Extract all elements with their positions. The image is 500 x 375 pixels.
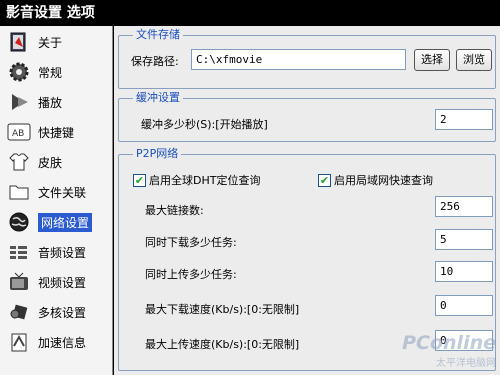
buffer-group: 缓冲设置 缓冲多少秒(S):[开始播放] 2 xyxy=(118,91,496,142)
watermark-subtitle: 太平洋电脑网 xyxy=(436,358,496,369)
sidebar-item-about[interactable]: 关于 xyxy=(4,28,112,56)
settings-panel: 文件存储 保存路径: C:\xfmovie 选择 浏览 缓冲设置 缓冲多少秒(S… xyxy=(114,26,500,375)
sidebar-item-hotkeys[interactable]: AB 快捷键 xyxy=(4,118,112,146)
sidebar-item-label: 常规 xyxy=(38,65,63,80)
sidebar-item-label: 视频设置 xyxy=(38,275,87,290)
save-path-label: 保存路径: xyxy=(131,55,179,68)
globe-icon xyxy=(6,210,32,234)
sidebar: 关于 常规 播放 AB 快捷键 皮肤 文件关联 网络设置 音频设置 视频设置 多… xyxy=(0,26,113,375)
concurrent-upload-label: 同时上传多少任务: xyxy=(145,268,237,281)
sidebar-item-playback[interactable]: 播放 xyxy=(4,88,112,116)
sidebar-item-label: 加速信息 xyxy=(38,335,87,350)
sidebar-item-label: 快捷键 xyxy=(38,125,75,140)
sidebar-item-multicore[interactable]: 多核设置 xyxy=(4,298,112,326)
check-icon: ✔ xyxy=(318,173,331,187)
save-path-input[interactable]: C:\xfmovie xyxy=(191,49,406,70)
concurrent-download-input[interactable]: 5 xyxy=(435,229,493,250)
file-storage-group: 文件存储 保存路径: C:\xfmovie 选择 浏览 xyxy=(118,28,496,89)
buffer-title: 缓冲设置 xyxy=(133,91,183,105)
window-title: 影音设置 选项 xyxy=(0,0,500,26)
about-icon xyxy=(6,30,32,54)
tv-icon xyxy=(6,270,32,294)
watermark: PConline 太平洋电脑网 xyxy=(402,332,496,369)
sidebar-item-skin[interactable]: 皮肤 xyxy=(4,148,112,176)
sidebar-item-audio[interactable]: 音频设置 xyxy=(4,238,112,266)
max-upload-speed-label: 最大上传速度(Kb/s):[0:无限制] xyxy=(145,338,300,351)
audio-icon xyxy=(6,240,32,264)
dht-checkbox[interactable]: ✔ 启用全球DHT定位查询 xyxy=(133,172,260,188)
file-storage-title: 文件存储 xyxy=(133,28,183,42)
gear-icon xyxy=(6,60,32,84)
browse-button[interactable]: 浏览 xyxy=(456,49,492,71)
shirt-icon xyxy=(6,150,32,174)
lan-label: 启用局域网快速查询 xyxy=(334,174,433,187)
accelerate-icon xyxy=(6,330,32,354)
max-download-speed-input[interactable]: 0 xyxy=(435,295,493,316)
sidebar-item-label: 多核设置 xyxy=(38,305,87,320)
select-button[interactable]: 选择 xyxy=(414,49,450,71)
buffer-seconds-input[interactable]: 2 xyxy=(435,109,493,130)
sidebar-item-file-association[interactable]: 文件关联 xyxy=(4,178,112,206)
max-links-label: 最大链接数: xyxy=(145,204,204,217)
buffer-seconds-label: 缓冲多少秒(S):[开始播放] xyxy=(141,118,268,131)
sidebar-item-label: 文件关联 xyxy=(38,185,87,200)
lan-checkbox[interactable]: ✔ 启用局域网快速查询 xyxy=(318,172,433,188)
sidebar-item-general[interactable]: 常规 xyxy=(4,58,112,86)
sidebar-item-acceleration[interactable]: 加速信息 xyxy=(4,328,112,356)
p2p-title: P2P网络 xyxy=(133,147,182,161)
sidebar-item-label: 关于 xyxy=(38,35,63,50)
sidebar-item-network[interactable]: 网络设置 xyxy=(4,208,112,236)
svg-text:AB: AB xyxy=(12,129,24,139)
sidebar-item-label: 皮肤 xyxy=(38,155,63,170)
folder-icon xyxy=(6,180,32,204)
multicore-icon xyxy=(6,300,32,324)
keyboard-icon: AB xyxy=(6,120,32,144)
sidebar-item-video[interactable]: 视频设置 xyxy=(4,268,112,296)
watermark-logo: PConline xyxy=(402,332,496,354)
sidebar-item-label: 播放 xyxy=(38,95,63,110)
max-download-speed-label: 最大下载速度(Kb/s):[0:无限制] xyxy=(145,303,300,316)
sidebar-item-label: 网络设置 xyxy=(38,212,93,232)
concurrent-download-label: 同时下载多少任务: xyxy=(145,236,237,249)
max-links-input[interactable]: 256 xyxy=(435,196,493,217)
sidebar-item-label: 音频设置 xyxy=(38,245,87,260)
dht-label: 启用全球DHT定位查询 xyxy=(149,174,261,187)
concurrent-upload-input[interactable]: 10 xyxy=(435,261,493,282)
check-icon: ✔ xyxy=(133,173,146,187)
play-icon xyxy=(6,90,32,114)
